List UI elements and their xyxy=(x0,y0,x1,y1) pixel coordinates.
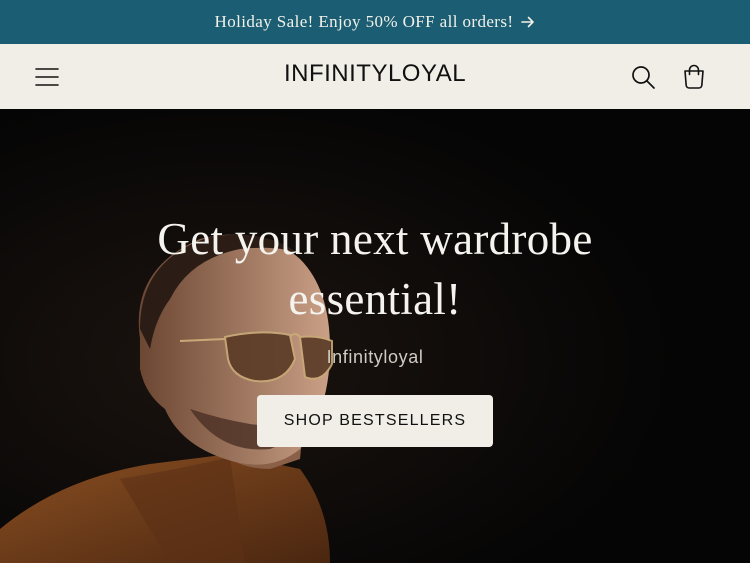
hero-subtitle: Infinityloyal xyxy=(326,347,424,367)
site-header: INFINITYLOYAL xyxy=(0,44,750,109)
announcement-text[interactable]: Holiday Sale! Enjoy 50% OFF all orders! xyxy=(215,12,514,32)
shop-bestsellers-button[interactable]: SHOP BESTSELLERS xyxy=(257,395,493,447)
announcement-bar[interactable]: Holiday Sale! Enjoy 50% OFF all orders! xyxy=(0,0,750,44)
hero-banner: Get your next wardrobe essential! Infini… xyxy=(0,109,750,563)
hero-title: Get your next wardrobe essential! xyxy=(157,214,593,324)
hero-content: Get your next wardrobe essential! Infini… xyxy=(0,209,750,368)
search-icon[interactable] xyxy=(630,64,656,90)
arrow-right-icon[interactable] xyxy=(521,16,535,28)
shopping-bag-icon[interactable] xyxy=(680,63,708,91)
